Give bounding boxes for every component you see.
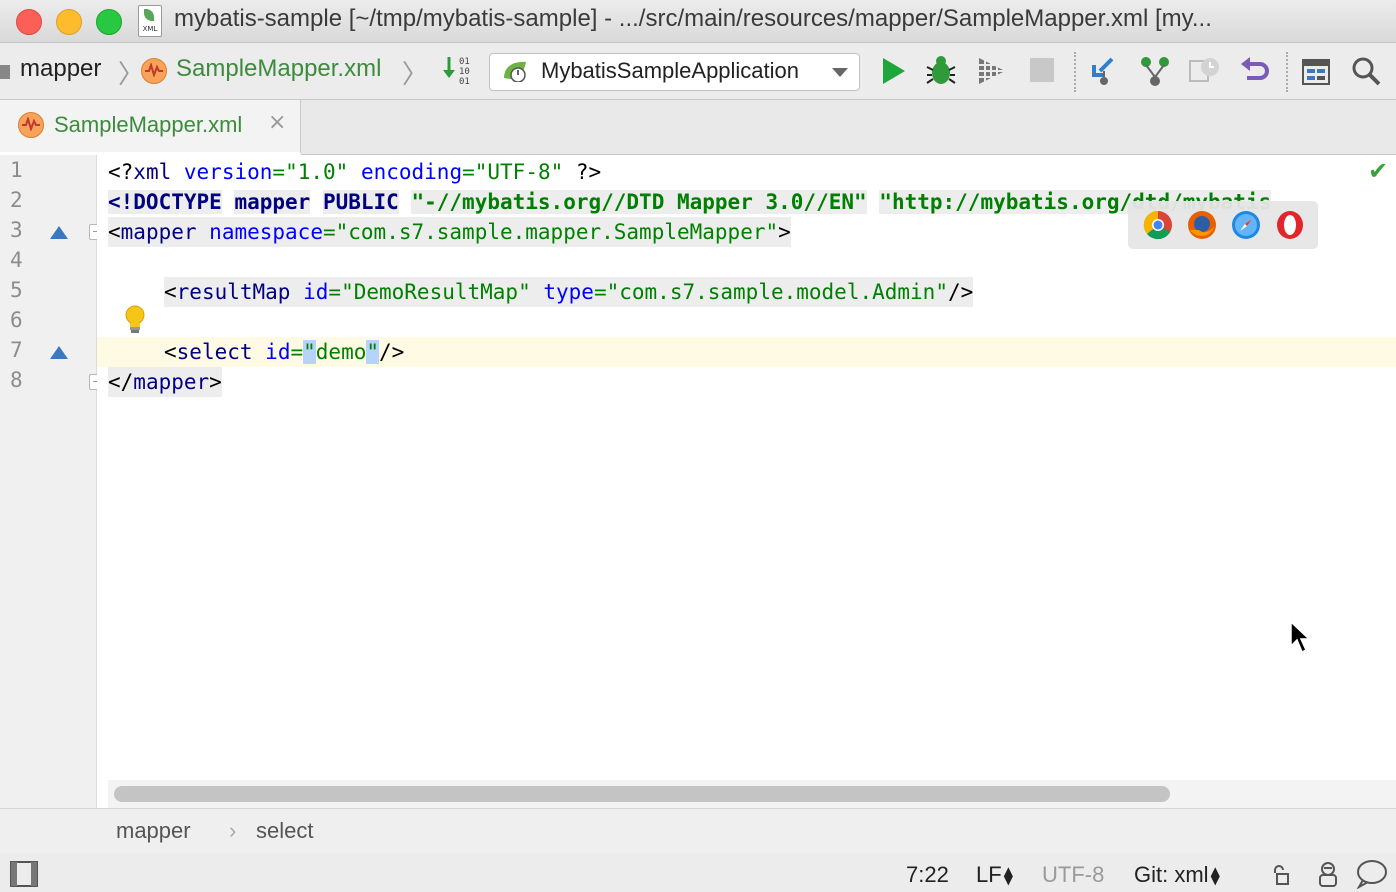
folder-marker-icon [0, 65, 10, 79]
line-separator-selector[interactable]: LF ▲ ▼ [976, 862, 1013, 888]
tab-sample-mapper[interactable]: SampleMapper.xml × [0, 100, 301, 155]
line-number: 7 [10, 338, 23, 362]
lock-icon[interactable] [1268, 864, 1290, 886]
breadcrumb-mapper[interactable]: mapper [116, 818, 191, 844]
mybatis-file-icon [141, 58, 167, 84]
mouse-pointer-icon [1290, 620, 1311, 654]
xml-breadcrumb-bar [0, 808, 1396, 855]
spring-boot-icon [504, 61, 526, 82]
run-configuration-select[interactable]: MybatisSampleApplication [489, 53, 860, 91]
chevron-down-icon [832, 68, 848, 77]
code-line-5: <resultMap id="DemoResultMap" type="com.… [164, 277, 974, 307]
binary-icon[interactable]: 01 10 01 [442, 55, 474, 87]
up-down-arrows-icon: ▲ ▼ [1210, 864, 1220, 888]
tab-label: SampleMapper.xml [54, 112, 243, 137]
hector-icon[interactable] [1314, 860, 1342, 888]
nav-crumb-folder[interactable]: mapper [20, 55, 101, 83]
svg-text:01: 01 [459, 57, 470, 67]
minimize-window-button[interactable] [56, 9, 82, 35]
zoom-window-button[interactable] [96, 9, 122, 35]
tool-windows-icon[interactable] [10, 861, 38, 887]
revert-icon[interactable] [1239, 55, 1271, 87]
code-line-7: <select id="demo"/> [164, 340, 405, 364]
breadcrumb-separator: › [229, 818, 237, 843]
mybatis-file-icon [18, 112, 44, 138]
navigate-to-implementation-icon[interactable] [50, 226, 68, 239]
search-icon[interactable] [1350, 55, 1382, 87]
chrome-icon[interactable] [1143, 210, 1173, 240]
line-number: 8 [10, 368, 23, 392]
xml-file-badge: XML [142, 25, 158, 33]
coverage-icon[interactable] [975, 55, 1007, 87]
navigate-to-implementation-icon[interactable] [50, 346, 68, 359]
vcs-branch-label: Git: xml [1134, 862, 1209, 887]
line-number: 5 [10, 278, 23, 302]
horizontal-scroll-thumb[interactable] [114, 786, 1170, 802]
up-down-arrows-icon: ▲ ▼ [1003, 864, 1013, 888]
line-number: 1 [10, 158, 23, 182]
line-number: 6 [10, 308, 23, 332]
vcs-commit-icon[interactable] [1139, 55, 1171, 87]
toolbar-separator [1286, 52, 1288, 92]
debug-icon[interactable] [924, 55, 956, 87]
opera-icon[interactable] [1275, 210, 1305, 240]
code-line-8: </mapper> [108, 367, 222, 397]
safari-icon[interactable] [1231, 210, 1261, 240]
code-line-3: <mapper namespace="com.s7.sample.mapper.… [108, 217, 791, 247]
close-window-button[interactable] [16, 9, 42, 35]
svg-text:10: 10 [459, 67, 470, 77]
close-tab-icon[interactable]: × [268, 110, 286, 135]
code-line-2: <!DOCTYPE mapper PUBLIC "-//mybatis.org/… [108, 190, 1272, 214]
line-number: 3 [10, 218, 23, 242]
run-configuration-label: MybatisSampleApplication [541, 58, 800, 83]
caret-position[interactable]: 7:22 [906, 862, 949, 888]
file-encoding[interactable]: UTF-8 [1042, 862, 1104, 888]
stop-icon[interactable] [1027, 55, 1059, 87]
window-title: mybatis-sample [~/tmp/mybatis-sample] - … [174, 5, 1212, 32]
vcs-history-icon[interactable] [1188, 55, 1220, 87]
xml-file-icon: XML [138, 5, 162, 37]
vcs-branch-selector[interactable]: Git: xml ▲ ▼ [1134, 862, 1220, 888]
project-structure-icon[interactable] [1300, 55, 1332, 87]
event-log-icon[interactable] [1354, 859, 1388, 889]
lightbulb-icon[interactable] [124, 305, 146, 335]
line-separator-label: LF [976, 862, 1002, 887]
line-number: 4 [10, 248, 23, 272]
run-icon[interactable] [878, 55, 910, 87]
line-number: 2 [10, 188, 23, 212]
toolbar-separator [1074, 52, 1076, 92]
inspection-ok-icon[interactable]: ✔ [1368, 157, 1388, 185]
nav-chevron-icon: 〉 [402, 60, 429, 90]
firefox-icon[interactable] [1187, 210, 1217, 240]
vcs-update-icon[interactable] [1088, 55, 1120, 87]
code-line-1: <?xml version="1.0" encoding="UTF-8" ?> [108, 160, 602, 184]
breadcrumb-select[interactable]: select [256, 818, 313, 844]
nav-crumb-file[interactable]: SampleMapper.xml [176, 55, 381, 83]
svg-text:01: 01 [459, 77, 470, 87]
